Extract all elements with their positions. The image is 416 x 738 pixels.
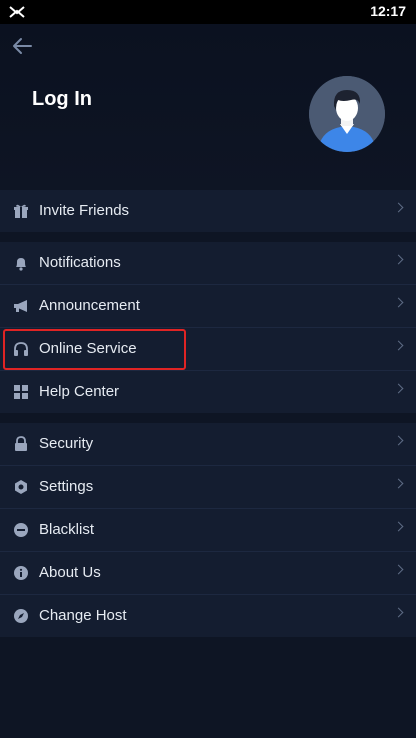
chevron-right-icon — [393, 340, 404, 351]
menu-item-security[interactable]: Security — [0, 423, 416, 466]
menu-item-about-us[interactable]: About Us — [0, 552, 416, 595]
menu-item-settings[interactable]: Settings — [0, 466, 416, 509]
menu-item-invite-friends[interactable]: Invite Friends — [0, 190, 416, 232]
menu-item-change-host[interactable]: Change Host — [0, 595, 416, 637]
chevron-right-icon — [393, 478, 404, 489]
menu-group-invite: Invite Friends — [0, 190, 416, 232]
menu-item-label: Notifications — [39, 254, 121, 271]
info-icon — [14, 566, 28, 580]
menu-item-announcement[interactable]: Announcement — [0, 285, 416, 328]
app-logo-icon — [9, 6, 25, 18]
chevron-right-icon — [393, 297, 404, 308]
menu-item-notifications[interactable]: Notifications — [0, 242, 416, 285]
chevron-right-icon — [393, 564, 404, 575]
menu-item-label: About Us — [39, 564, 101, 581]
user-avatar-icon — [309, 76, 385, 152]
lock-icon — [15, 436, 27, 451]
menu-item-blacklist[interactable]: Blacklist — [0, 509, 416, 552]
menu-item-label: Settings — [39, 478, 94, 495]
status-time: 12:17 — [370, 3, 406, 19]
headset-icon — [14, 342, 28, 356]
compass-icon — [14, 609, 28, 623]
hexagon-settings-icon — [15, 480, 27, 494]
megaphone-icon — [14, 300, 27, 312]
block-icon — [14, 523, 28, 537]
menu-group-settings: Security Settings Blacklist About Us Cha… — [0, 423, 416, 637]
menu-item-label: Help Center — [39, 383, 120, 400]
menu-item-label: Announcement — [39, 297, 140, 314]
grid-icon — [14, 385, 28, 399]
back-arrow-icon[interactable] — [11, 36, 33, 56]
chevron-right-icon — [393, 254, 404, 265]
chevron-right-icon — [393, 521, 404, 532]
menu-item-label: Security — [39, 435, 94, 452]
menu-item-help-center[interactable]: Help Center — [0, 371, 416, 413]
menu-item-online-service[interactable]: Online Service — [0, 328, 416, 371]
bell-icon — [16, 258, 26, 271]
chevron-right-icon — [393, 435, 404, 446]
login-link[interactable]: Log In — [32, 88, 92, 111]
gift-icon — [14, 204, 28, 218]
status-bar: 12:17 — [0, 0, 416, 24]
chevron-right-icon — [393, 383, 404, 394]
avatar[interactable] — [309, 76, 385, 152]
chevron-right-icon — [393, 607, 404, 618]
menu-item-label: Change Host — [39, 607, 127, 624]
menu-item-label: Online Service — [39, 340, 137, 357]
menu-item-label: Blacklist — [39, 521, 95, 538]
chevron-right-icon — [393, 202, 404, 213]
menu-group-messages: Notifications Announcement Online Servic… — [0, 242, 416, 413]
menu-item-label: Invite Friends — [39, 202, 130, 219]
profile-header: Log In — [0, 24, 416, 190]
